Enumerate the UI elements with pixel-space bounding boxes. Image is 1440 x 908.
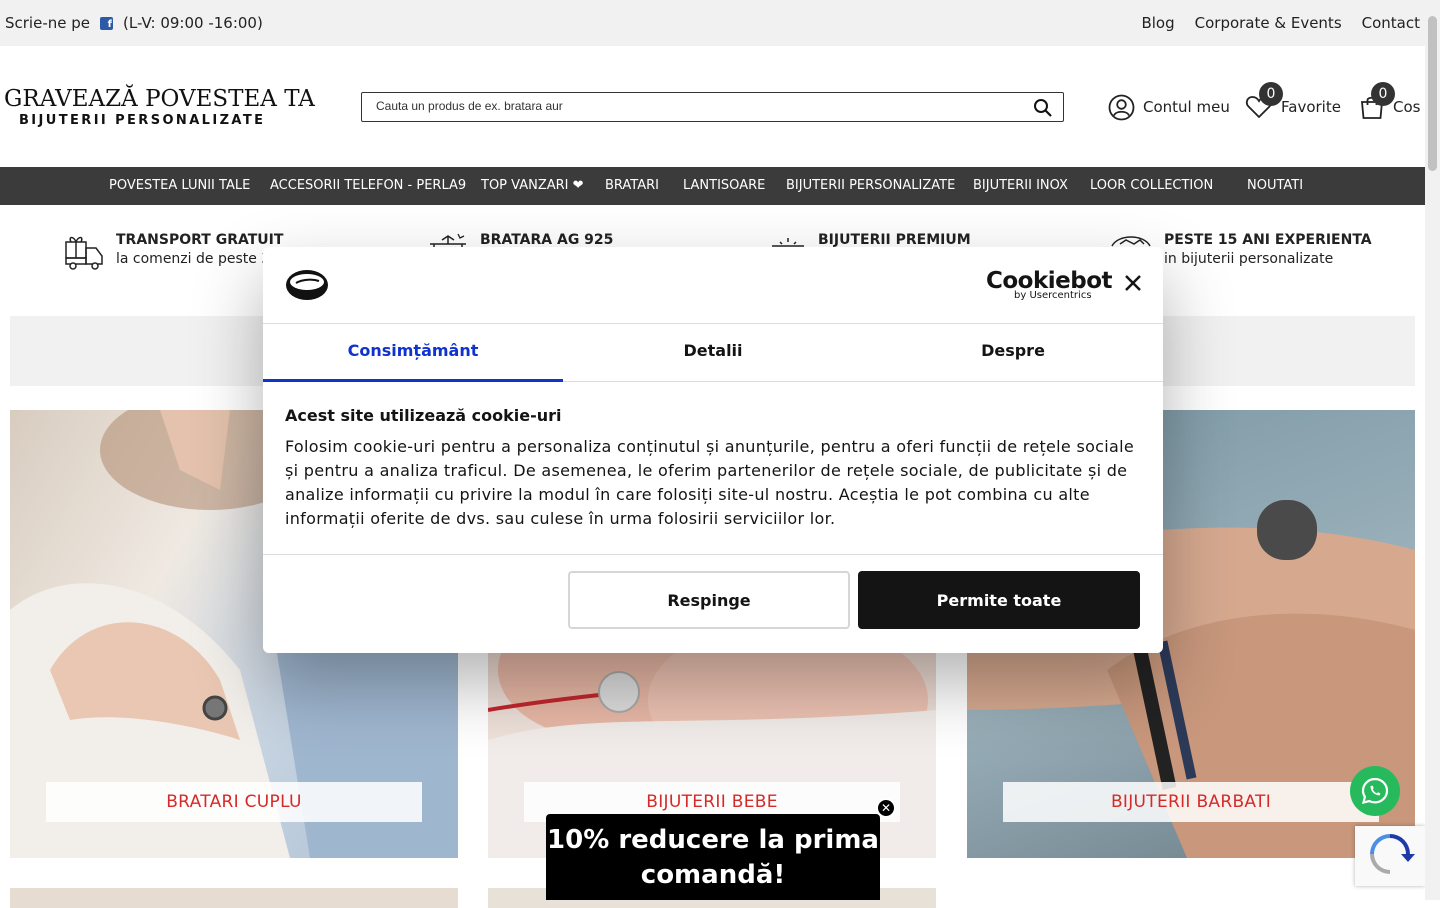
search-box xyxy=(361,92,1064,122)
search-icon[interactable] xyxy=(1033,98,1053,118)
benefit-text: la comenzi de peste 3 xyxy=(116,251,271,267)
benefit-free-shipping: TRANSPORT GRATUIT la comenzi de peste 3 xyxy=(64,232,283,270)
recaptcha-badge xyxy=(1355,826,1425,886)
cookie-actions: Respinge Permite toate xyxy=(568,571,1140,629)
close-icon[interactable] xyxy=(1123,273,1143,293)
cookie-tabs: Consimțământ Detalii Despre xyxy=(263,324,1163,382)
contact-link[interactable]: Contact xyxy=(1362,14,1420,32)
cart-link[interactable]: Cos 0 xyxy=(1359,82,1421,122)
delivery-truck-icon xyxy=(65,236,103,270)
promo-line-2: comandă! xyxy=(640,860,786,890)
nav-item-povestea-lunii[interactable]: POVESTEA LUNII TALE xyxy=(109,178,250,193)
allow-all-button[interactable]: Permite toate xyxy=(858,571,1140,629)
account-link[interactable]: Contul meu xyxy=(1108,92,1230,122)
user-icon xyxy=(1108,94,1135,120)
reject-button[interactable]: Respinge xyxy=(568,571,850,629)
category-tile-partial[interactable] xyxy=(10,888,458,908)
cookie-dialog-header: Cookiebot by Usercentrics xyxy=(263,247,1163,324)
benefit-title: PESTE 15 ANI EXPERIENTA xyxy=(1164,232,1372,248)
nav-item-bijuterii-personalizate[interactable]: BIJUTERII PERSONALIZATE xyxy=(786,178,955,193)
benefit-title: BRATARA AG 925 xyxy=(480,232,614,248)
top-links: Blog Corporate & Events Contact xyxy=(1141,14,1420,32)
tab-consent[interactable]: Consimțământ xyxy=(263,324,563,382)
write-us-text: Scrie-ne pe xyxy=(5,14,90,32)
tile-label: BIJUTERII BARBATI xyxy=(1003,782,1379,822)
search-input[interactable] xyxy=(374,93,1014,119)
cart-label: Cos xyxy=(1393,98,1421,116)
scrollbar[interactable] xyxy=(1425,0,1440,900)
cookie-text: Folosim cookie-uri pentru a personaliza … xyxy=(285,437,1135,528)
scrollbar-thumb[interactable] xyxy=(1428,16,1437,171)
tile-label: BRATARI CUPLU xyxy=(46,782,422,822)
cart-count-badge: 0 xyxy=(1371,82,1395,106)
cookie-body: Acest site utilizează cookie-uri Folosim… xyxy=(263,382,1163,555)
site-logo[interactable]: GRAVEAZĂ POVESTEA TA BIJUTERII PERSONALI… xyxy=(4,86,315,128)
corporate-events-link[interactable]: Corporate & Events xyxy=(1195,14,1342,32)
tab-details[interactable]: Detalii xyxy=(563,324,863,381)
facebook-icon[interactable]: f xyxy=(100,16,113,30)
whatsapp-icon xyxy=(1361,777,1389,804)
blog-link[interactable]: Blog xyxy=(1141,14,1174,32)
benefit-text: in bijuterii personalizate xyxy=(1164,251,1334,267)
close-icon[interactable]: ✕ xyxy=(876,798,896,818)
account-label: Contul meu xyxy=(1143,98,1230,116)
cookie-consent-dialog: Cookiebot by Usercentrics Consimțământ D… xyxy=(263,247,1163,653)
nav-item-loor-collection[interactable]: LOOR COLLECTION xyxy=(1090,178,1213,193)
main-nav: POVESTEA LUNII TALE ACCESORII TELEFON - … xyxy=(0,167,1425,205)
tab-about[interactable]: Despre xyxy=(863,324,1163,381)
nav-item-top-vanzari[interactable]: TOP VANZARI ❤ xyxy=(481,178,584,193)
whatsapp-button[interactable] xyxy=(1350,766,1400,816)
site-badge-icon xyxy=(286,270,328,300)
opening-hours: (L-V: 09:00 -16:00) xyxy=(123,14,263,32)
nav-item-lantisoare[interactable]: LANTISOARE xyxy=(683,178,765,193)
nav-item-accesorii-telefon[interactable]: ACCESORII TELEFON - PERLA9 xyxy=(270,178,466,193)
nav-item-noutati[interactable]: NOUTATI xyxy=(1247,178,1303,193)
discount-popup[interactable]: 10% reducere la prima comandă! xyxy=(546,814,880,900)
cookiebot-logo: Cookiebot by Usercentrics xyxy=(986,268,1113,301)
favorites-label: Favorite xyxy=(1281,98,1341,116)
nav-item-bijuterii-inox[interactable]: BIJUTERII INOX xyxy=(973,178,1068,193)
top-bar: Scrie-ne pe f (L-V: 09:00 -16:00) Blog C… xyxy=(0,0,1425,46)
logo-subtitle: BIJUTERII PERSONALIZATE xyxy=(19,113,266,128)
favorites-link[interactable]: Favorite 0 xyxy=(1245,82,1341,122)
logo-title: GRAVEAZĂ POVESTEA TA xyxy=(4,86,315,112)
favorites-count-badge: 0 xyxy=(1259,82,1283,106)
contact-info: Scrie-ne pe f (L-V: 09:00 -16:00) xyxy=(5,14,263,32)
benefit-title: BIJUTERII PREMIUM xyxy=(818,232,971,248)
promo-line-1: 10% reducere la prima xyxy=(547,825,879,855)
nav-item-bratari[interactable]: BRATARI xyxy=(605,178,659,193)
recaptcha-icon xyxy=(1370,834,1415,874)
cookie-heading: Acest site utilizează cookie-uri xyxy=(285,406,562,425)
benefit-title: TRANSPORT GRATUIT xyxy=(116,232,284,248)
